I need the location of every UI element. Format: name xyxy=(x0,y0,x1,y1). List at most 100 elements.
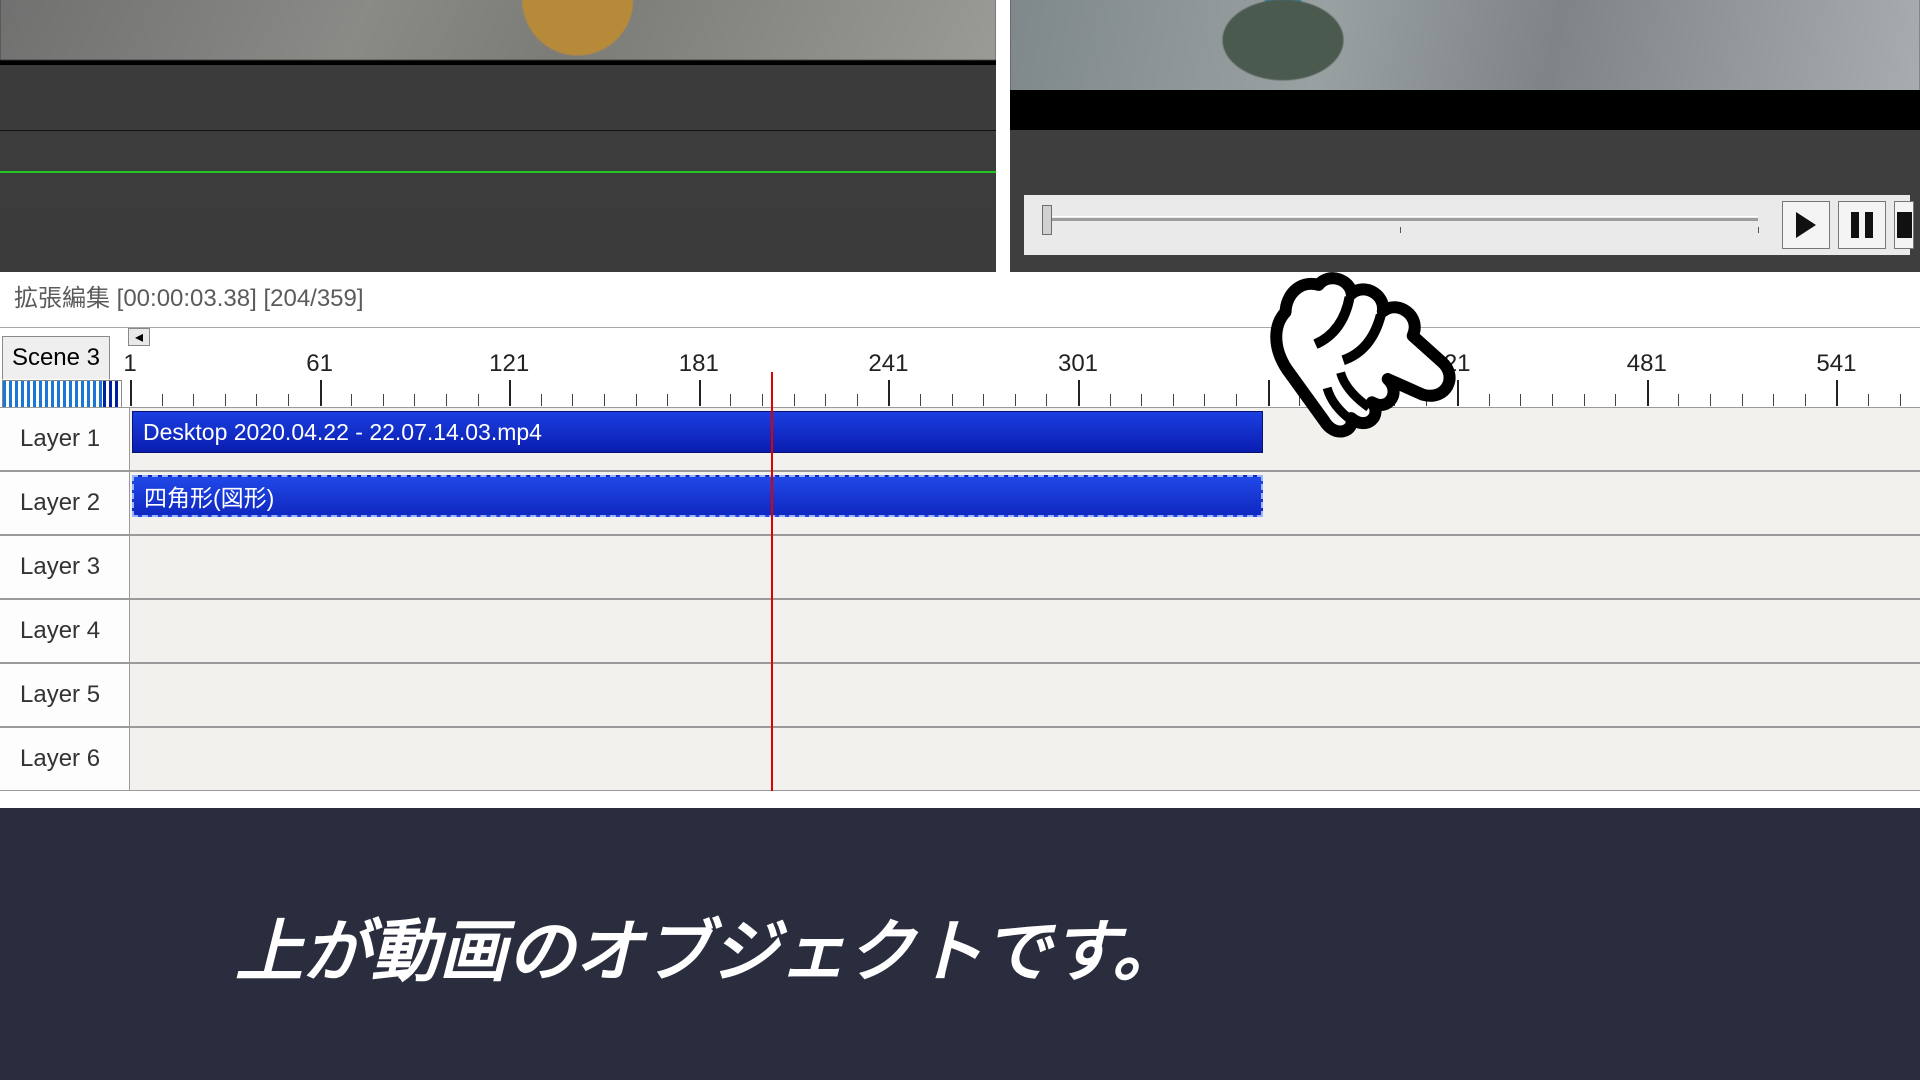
layer-row: Layer 3 xyxy=(0,535,1920,599)
layer-row: Layer 5 xyxy=(0,663,1920,727)
ruler-tick-minor xyxy=(1678,394,1679,406)
layer-track[interactable]: Desktop 2020.04.22 - 22.07.14.03.mp4 xyxy=(130,408,1920,471)
ruler-tick-minor xyxy=(1805,394,1806,406)
ruler-tick-minor xyxy=(1710,394,1711,406)
layer-row: Layer 4 xyxy=(0,599,1920,663)
source-video-frame xyxy=(0,0,996,65)
ruler-tick-minor xyxy=(414,394,415,406)
output-video-frame xyxy=(1010,0,1920,130)
ruler-tick-minor xyxy=(825,394,826,406)
seek-slider[interactable] xyxy=(1042,215,1758,223)
ruler-tick-minor xyxy=(162,394,163,406)
play-icon xyxy=(1796,212,1816,238)
ruler-tick-minor xyxy=(1141,394,1142,406)
ruler-tick-minor xyxy=(1110,394,1111,406)
timeline-body: Layer 1Desktop 2020.04.22 - 22.07.14.03.… xyxy=(0,407,1920,791)
playback-bar xyxy=(1024,195,1910,255)
ruler-tick-major xyxy=(1647,380,1649,406)
layer-label[interactable]: Layer 1 xyxy=(0,408,130,471)
ruler-tick-major xyxy=(1836,380,1838,406)
layer-track[interactable] xyxy=(130,600,1920,663)
layer-label[interactable]: Layer 4 xyxy=(0,600,130,663)
stop-button[interactable] xyxy=(1894,201,1914,249)
layer-row: Layer 1Desktop 2020.04.22 - 22.07.14.03.… xyxy=(0,407,1920,471)
layer-track[interactable] xyxy=(130,664,1920,727)
ruler-tick-minor xyxy=(730,394,731,406)
seek-tick xyxy=(1758,227,1759,233)
ruler-tick-minor xyxy=(1426,394,1427,406)
ruler-label: 1 xyxy=(123,350,136,378)
pause-icon xyxy=(1851,212,1873,238)
zoom-indicator[interactable] xyxy=(2,380,122,408)
ruler-tick-minor xyxy=(1615,394,1616,406)
layer-label[interactable]: Layer 6 xyxy=(0,728,130,791)
layer-label[interactable]: Layer 5 xyxy=(0,664,130,727)
ruler-tick-minor xyxy=(794,394,795,406)
seek-tick xyxy=(1400,227,1401,233)
ruler-tick-minor xyxy=(920,394,921,406)
ruler-tick-minor xyxy=(351,394,352,406)
audio-waveform[interactable] xyxy=(0,130,996,210)
scroll-left-button[interactable]: ◂ xyxy=(128,328,150,346)
seek-thumb[interactable] xyxy=(1042,205,1052,235)
timeline-window: 拡張編集 [00:00:03.38] [204/359] Scene 3 ◂ 1… xyxy=(0,272,1920,791)
layer-label[interactable]: Layer 3 xyxy=(0,536,130,599)
preview-area xyxy=(0,0,1920,272)
ruler-tick-major xyxy=(699,380,701,406)
ruler-tick-minor xyxy=(1204,394,1205,406)
ruler-tick-minor xyxy=(983,394,984,406)
ruler-tick-minor xyxy=(1394,394,1395,406)
clip-shape[interactable]: 四角形(図形) xyxy=(132,475,1263,517)
ruler-tick-minor xyxy=(857,394,858,406)
timeline-ruler[interactable]: 16112118124130121481541 xyxy=(130,350,1920,408)
footage-left xyxy=(0,0,996,60)
ruler-tick-minor xyxy=(572,394,573,406)
layer-track[interactable]: 四角形(図形) xyxy=(130,472,1920,535)
stop-icon xyxy=(1897,212,1912,238)
ruler-tick-major xyxy=(1078,380,1080,406)
ruler-tick-minor xyxy=(1362,394,1363,406)
ruler-label: 121 xyxy=(489,350,529,378)
ruler-tick-minor xyxy=(1520,394,1521,406)
playhead-ruler xyxy=(771,372,773,430)
ruler-tick-minor xyxy=(1331,394,1332,406)
ruler-tick-minor xyxy=(1046,394,1047,406)
ruler-label: 241 xyxy=(868,350,908,378)
layer-track[interactable] xyxy=(130,536,1920,599)
ruler-tick-minor xyxy=(667,394,668,406)
caption-banner: 上が動画のオブジェクトです。 xyxy=(0,808,1920,1080)
play-button[interactable] xyxy=(1782,201,1830,249)
ruler-tick-major xyxy=(509,380,511,406)
clip-video[interactable]: Desktop 2020.04.22 - 22.07.14.03.mp4 xyxy=(132,411,1263,453)
ruler-tick-minor xyxy=(1773,394,1774,406)
ruler-tick-minor xyxy=(256,394,257,406)
ruler-tick-minor xyxy=(383,394,384,406)
scene-tab[interactable]: Scene 3 xyxy=(2,336,110,380)
ruler-label: 541 xyxy=(1816,350,1856,378)
ruler-label: 181 xyxy=(679,350,719,378)
ruler-tick-minor xyxy=(541,394,542,406)
ruler-tick-minor xyxy=(193,394,194,406)
layer-track[interactable] xyxy=(130,728,1920,791)
ruler-tick-minor xyxy=(1868,394,1869,406)
ruler-label: 21 xyxy=(1444,350,1471,378)
seek-track xyxy=(1042,218,1758,221)
ruler-tick-minor xyxy=(446,394,447,406)
ruler-tick-minor xyxy=(1299,394,1300,406)
ruler-label: 301 xyxy=(1058,350,1098,378)
ruler-label: 61 xyxy=(306,350,333,378)
ruler-tick-major xyxy=(1457,380,1459,406)
layer-label[interactable]: Layer 2 xyxy=(0,472,130,535)
ruler-tick-major xyxy=(888,380,890,406)
ruler-tick-major xyxy=(320,380,322,406)
caption-text: 上が動画のオブジェクトです。 xyxy=(235,896,1180,995)
source-preview xyxy=(0,0,996,272)
ruler-tick-minor xyxy=(952,394,953,406)
ruler-tick-minor xyxy=(225,394,226,406)
preview-divider[interactable] xyxy=(996,0,1010,272)
pause-button[interactable] xyxy=(1838,201,1886,249)
ruler-tick-minor xyxy=(604,394,605,406)
ruler-tick-minor xyxy=(1236,394,1237,406)
ruler-tick-minor xyxy=(762,394,763,406)
layer-row: Layer 2四角形(図形) xyxy=(0,471,1920,535)
